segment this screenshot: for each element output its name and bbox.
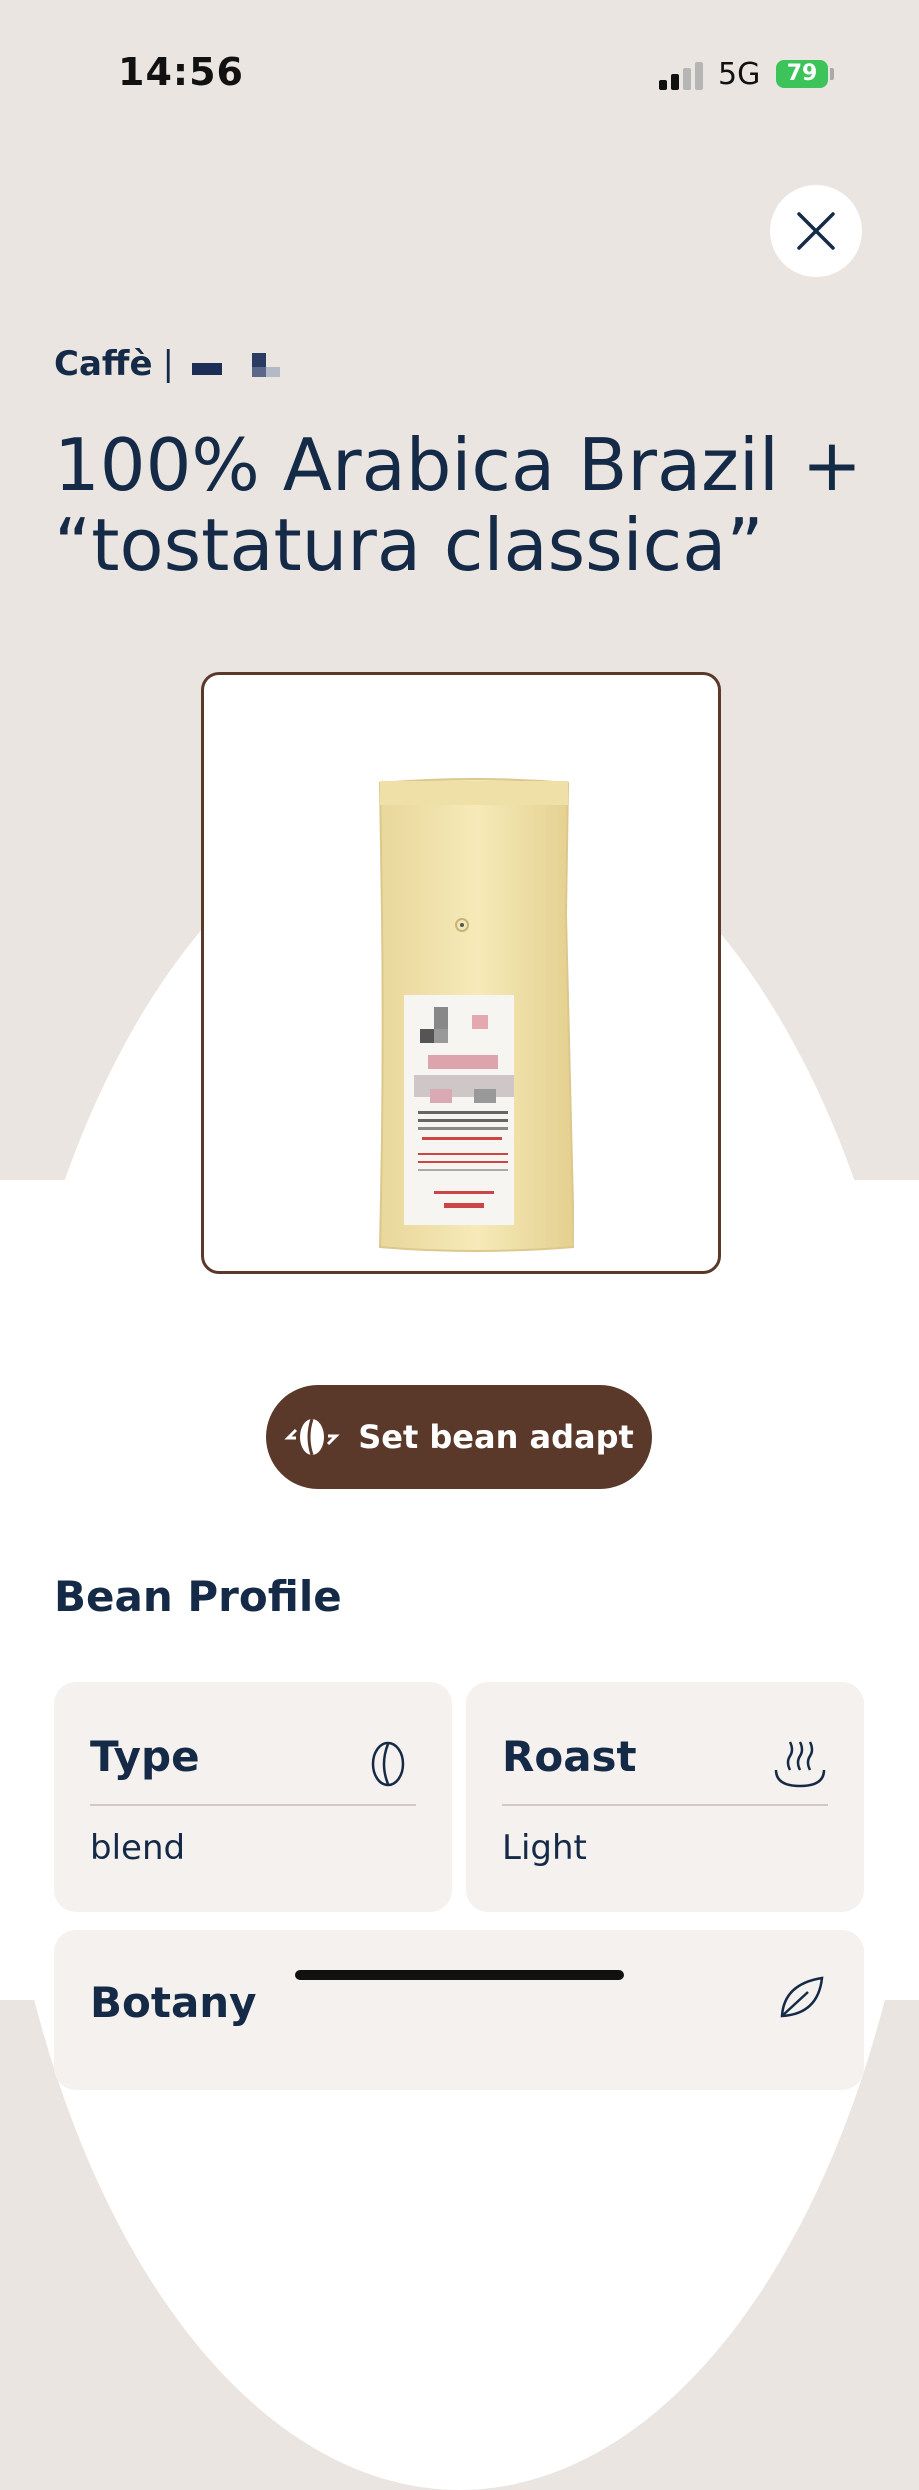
- roast-value: Light: [502, 1828, 587, 1868]
- set-bean-adapt-label: Set bean adapt: [358, 1418, 634, 1456]
- close-icon: [797, 212, 835, 250]
- network-label: 5G: [718, 57, 761, 92]
- type-value: blend: [90, 1828, 186, 1868]
- bean-profile-title: Bean Profile: [54, 1572, 342, 1621]
- battery-tip: [830, 68, 834, 80]
- category-label: Caffè: [54, 344, 153, 384]
- bean-adapt-icon: [284, 1418, 340, 1456]
- botany-card: Botany: [54, 1930, 864, 2090]
- coffee-bean-icon: [371, 1741, 405, 1787]
- close-button[interactable]: [770, 185, 862, 277]
- roast-label: Roast: [502, 1732, 637, 1781]
- status-time: 14:56: [118, 50, 244, 94]
- roast-card: Roast Light: [466, 1682, 864, 1912]
- breadcrumb-separator: |: [162, 344, 174, 384]
- type-label: Type: [90, 1732, 200, 1781]
- breadcrumb: Caffè |: [54, 344, 282, 384]
- roast-heat-icon: [774, 1741, 826, 1788]
- status-bar: 14:56 5G 79: [0, 0, 919, 140]
- home-indicator[interactable]: [295, 1970, 624, 1980]
- product-image-card: [201, 672, 721, 1274]
- type-divider: [90, 1804, 416, 1806]
- battery-icon: 79: [776, 60, 828, 88]
- type-card: Type blend: [54, 1682, 452, 1912]
- set-bean-adapt-button[interactable]: Set bean adapt: [266, 1385, 652, 1489]
- botany-label: Botany: [90, 1978, 257, 2027]
- leaf-icon: [780, 1976, 824, 2018]
- roast-divider: [502, 1804, 828, 1806]
- signal-icon: [659, 62, 703, 90]
- product-title: 100% Arabica Brazil + “tostatura classic…: [54, 423, 863, 587]
- coffee-bag-image: [378, 778, 574, 1252]
- brand-logo-pixelated: [191, 353, 280, 377]
